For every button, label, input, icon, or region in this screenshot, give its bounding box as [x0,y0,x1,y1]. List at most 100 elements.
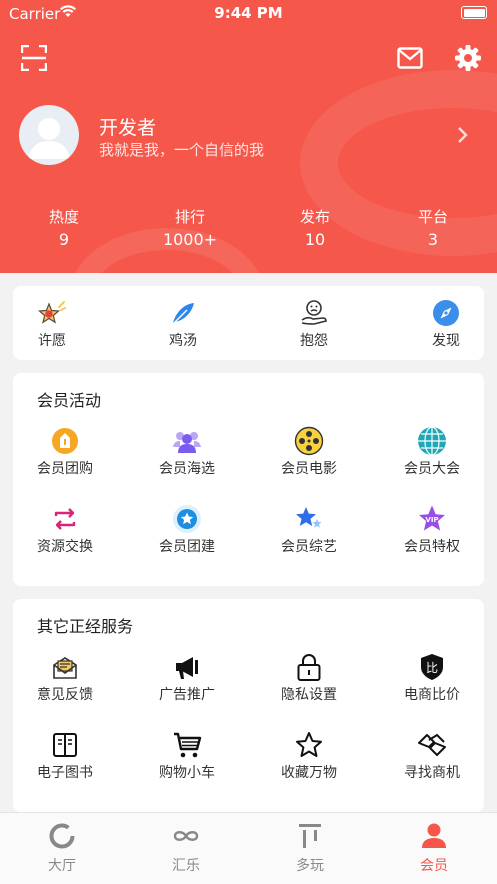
gear-icon[interactable] [455,45,481,71]
member-item-audition[interactable]: 会员海选 [132,426,242,478]
member-item-label: 会员电影 [281,461,337,477]
service-item-ads[interactable]: 广告推广 [132,652,242,704]
cart-icon [174,732,202,758]
svg-text:比: 比 [426,661,438,675]
member-item-label: 会员综艺 [281,539,337,555]
quick-action-complain[interactable]: 抱怨 [259,298,369,350]
member-item-label: 会员团购 [37,461,93,477]
service-item-label: 隐私设置 [281,687,337,703]
member-item-variety[interactable]: 会员综艺 [254,504,364,556]
stars-icon [296,507,322,528]
wish-icon [38,301,66,324]
status-bar: Carrier 9:44 PM [0,0,497,26]
stat-label: 平台 [417,208,448,226]
quick-action-label: 许愿 [38,333,66,349]
service-item-compare[interactable]: 比 电商比价 [377,652,487,704]
service-item-favorites[interactable]: 收藏万物 [254,730,364,782]
member-item-label: 会员特权 [404,539,460,555]
compass-icon [433,300,459,326]
user-silhouette-icon [28,118,70,159]
ring-icon [49,823,75,849]
member-activities-card: 会员活动 会员团购 会员海选 会员电影 会员大会 资源交换 会员团建 会员综艺 … [13,373,484,586]
quick-actions-card: 许愿 鸡汤 抱怨 发现 [13,286,484,360]
team-star-icon [173,505,201,533]
service-item-feedback[interactable]: 意见反馈 [10,652,120,704]
battery-icon [461,6,487,19]
member-item-label: 会员海选 [159,461,215,477]
service-item-label: 电商比价 [404,687,460,703]
quick-action-label: 鸡汤 [169,333,197,349]
stat-value: 9 [58,230,70,249]
compare-shield-icon: 比 [421,654,443,680]
megaphone-icon [176,657,198,679]
vip-star-icon: VIP [419,505,445,531]
audition-icon [173,432,201,453]
member-item-team[interactable]: 会员团建 [132,504,242,556]
tab-member[interactable]: 会员 [384,821,484,875]
tab-bar: 大厅 汇乐 多玩 会员 [0,812,497,884]
mail-open-icon [53,657,77,679]
globe-icon [418,426,446,456]
section-title: 会员活动 [37,391,102,410]
service-item-label: 意见反馈 [37,687,93,703]
stat-heat[interactable]: 热度 9 [19,206,109,249]
service-item-business[interactable]: 寻找商机 [377,730,487,782]
group-buy-icon [52,428,78,454]
person-icon [422,823,446,848]
stat-label: 热度 [48,208,79,226]
quick-action-soup[interactable]: 鸡汤 [128,298,238,350]
service-item-label: 寻找商机 [404,765,460,781]
profile-motto: 我就是我，一个自信的我 [99,141,265,159]
mail-icon[interactable] [397,47,423,69]
service-item-label: 广告推广 [159,687,215,703]
stat-publish[interactable]: 发布 10 [270,206,360,249]
tab-fun[interactable]: 汇乐 [136,821,236,875]
bars-icon [299,824,321,848]
handshake-icon [418,733,446,756]
chevron-right-icon[interactable] [455,126,469,144]
tab-play[interactable]: 多玩 [260,821,360,875]
svg-text:VIP: VIP [425,516,438,524]
profile-name[interactable]: 开发者 [99,113,156,140]
tab-hall[interactable]: 大厅 [12,821,112,875]
section-title: 其它正经服务 [37,617,134,636]
stat-platform[interactable]: 平台 3 [388,206,478,249]
feather-icon [171,303,194,326]
book-icon [53,733,77,757]
member-item-label: 会员团建 [159,539,215,555]
service-item-cart[interactable]: 购物小车 [132,730,242,782]
member-item-group-buy[interactable]: 会员团购 [10,426,120,478]
infinity-icon [173,831,199,841]
stat-value: 10 [304,230,326,249]
tab-label: 多玩 [296,858,324,874]
member-item-privilege[interactable]: VIP 会员特权 [377,504,487,556]
member-item-exchange[interactable]: 资源交换 [10,504,120,556]
quick-action-discover[interactable]: 发现 [391,298,497,350]
avatar[interactable] [19,105,79,165]
film-reel-icon [294,426,324,456]
service-item-ebook[interactable]: 电子图书 [10,730,120,782]
service-item-label: 收藏万物 [281,765,337,781]
member-item-film[interactable]: 会员电影 [254,426,364,478]
member-item-label: 会员大会 [404,461,460,477]
tab-label: 大厅 [48,858,76,874]
service-item-label: 电子图书 [37,765,93,781]
stat-label: 排行 [174,208,205,226]
service-item-privacy[interactable]: 隐私设置 [254,652,364,704]
stat-value: 3 [427,230,439,249]
tab-label: 汇乐 [172,858,200,874]
other-services-card: 其它正经服务 意见反馈 广告推广 隐私设置 比 电商比价 电子图书 购物小车 收… [13,599,484,812]
complain-icon [301,300,327,325]
profile-header: Carrier 9:44 PM 开发者 我就是我，一个自信的我 热度 9 排行 … [0,0,497,273]
member-item-assembly[interactable]: 会员大会 [377,426,487,478]
stat-label: 发布 [299,208,330,226]
quick-action-label: 发现 [432,333,460,349]
member-item-label: 资源交换 [37,539,93,555]
lock-icon [297,654,321,681]
stat-value: 1000+ [162,230,218,249]
scan-icon[interactable] [21,45,47,71]
service-item-label: 购物小车 [159,765,215,781]
quick-action-label: 抱怨 [300,333,328,349]
quick-action-wish[interactable]: 许愿 [0,298,107,350]
stat-rank[interactable]: 排行 1000+ [145,206,235,249]
